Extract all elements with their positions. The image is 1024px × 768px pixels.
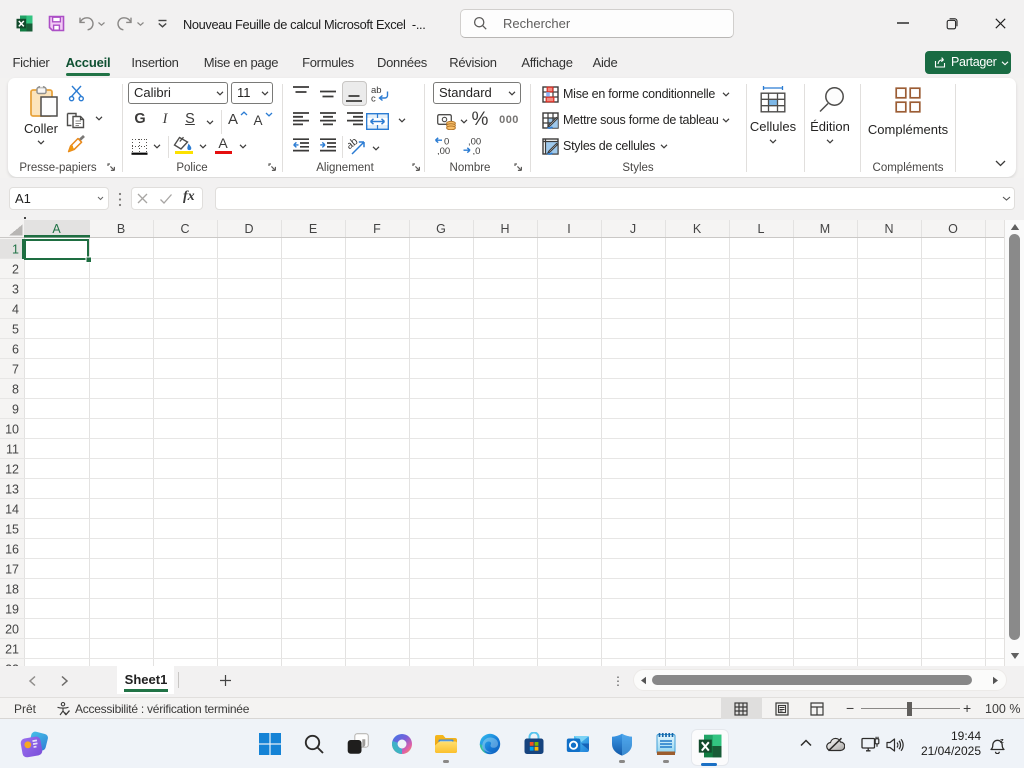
svg-text:ab: ab — [348, 135, 360, 152]
svg-text:4: 4 — [12, 303, 19, 317]
svg-text:21: 21 — [5, 643, 19, 657]
svg-text:c: c — [371, 94, 376, 104]
svg-text:5: 5 — [12, 323, 19, 337]
svg-text:12: 12 — [5, 463, 19, 477]
svg-text:11: 11 — [6, 443, 19, 457]
svg-text:I: I — [567, 222, 570, 236]
svg-text:18: 18 — [5, 583, 19, 597]
svg-text:J: J — [630, 222, 636, 236]
svg-text:20: 20 — [5, 623, 19, 637]
svg-text:17: 17 — [5, 563, 19, 577]
svg-text:F: F — [373, 222, 381, 236]
svg-text:H: H — [500, 222, 509, 236]
svg-text:G: G — [436, 222, 446, 236]
svg-text:K: K — [693, 222, 702, 236]
svg-text:8: 8 — [12, 383, 19, 397]
svg-text:N: N — [884, 222, 893, 236]
svg-text:10: 10 — [5, 423, 19, 437]
svg-text:D: D — [244, 222, 253, 236]
svg-text:B: B — [117, 222, 125, 236]
svg-text:6: 6 — [12, 343, 19, 357]
svg-text:1: 1 — [12, 243, 19, 257]
svg-text:O: O — [948, 222, 958, 236]
svg-text:z: z — [1000, 737, 1004, 745]
svg-text:14: 14 — [5, 503, 19, 517]
svg-text:E: E — [309, 222, 317, 236]
svg-text:7: 7 — [12, 363, 19, 377]
svg-text:C: C — [180, 222, 189, 236]
svg-text:15: 15 — [5, 523, 19, 537]
svg-text:,0: ,0 — [473, 146, 481, 155]
svg-text:16: 16 — [5, 543, 19, 557]
svg-text:2: 2 — [12, 263, 19, 277]
svg-text:3: 3 — [12, 283, 19, 297]
svg-text:19: 19 — [5, 603, 19, 617]
svg-text:13: 13 — [5, 483, 19, 497]
svg-text:,00: ,00 — [437, 146, 450, 155]
svg-text:9: 9 — [12, 403, 19, 417]
svg-text:L: L — [758, 222, 765, 236]
svg-text:M: M — [820, 222, 830, 236]
svg-text:A: A — [52, 222, 61, 236]
